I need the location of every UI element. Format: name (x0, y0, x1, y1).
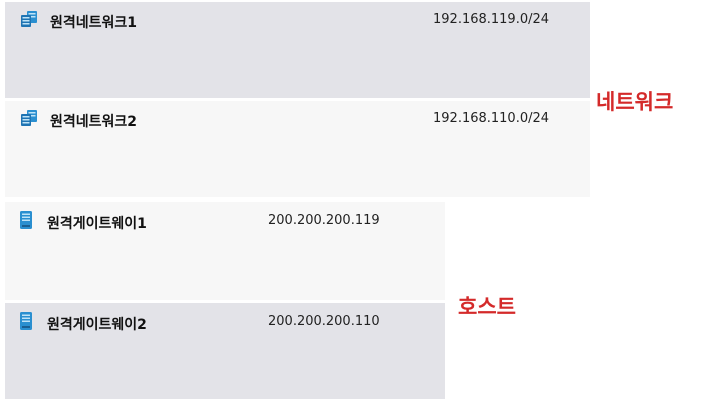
network-row[interactable]: 원격네트워크1 192.168.119.0/24 (5, 2, 590, 98)
network-group-annotation: 네트워크 (596, 90, 674, 114)
host-name: 원격게이트웨이2 (47, 317, 147, 333)
network-address: 192.168.119.0/24 (433, 12, 550, 27)
network-address: 192.168.110.0/24 (433, 111, 550, 126)
network-name: 원격네트워크2 (50, 114, 138, 130)
server-icon (19, 210, 33, 230)
remote-object-list: 원격네트워크1 192.168.119.0/24 원격네트워크2 192.168… (0, 0, 702, 413)
network-row[interactable]: 원격네트워크2 192.168.110.0/24 (5, 101, 590, 197)
host-group-annotation: 호스트 (458, 295, 516, 319)
network-icon (20, 109, 38, 127)
host-address: 200.200.200.110 (268, 314, 380, 329)
server-icon (19, 311, 33, 331)
host-address: 200.200.200.119 (268, 213, 380, 228)
host-row[interactable]: 원격게이트웨이1 200.200.200.119 (5, 202, 445, 300)
host-name: 원격게이트웨이1 (47, 216, 147, 232)
network-icon (20, 10, 38, 28)
network-name: 원격네트워크1 (50, 15, 138, 31)
host-row[interactable]: 원격게이트웨이2 200.200.200.110 (5, 303, 445, 399)
